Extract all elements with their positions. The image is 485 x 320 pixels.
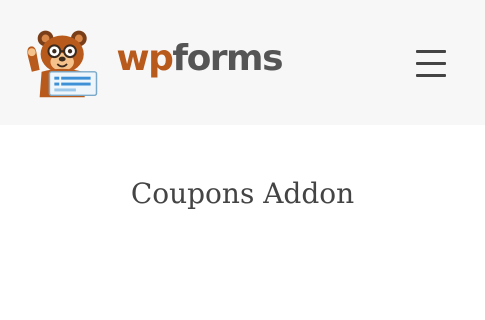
site-header: wpforms — [0, 0, 485, 125]
logo-wordmark: wpforms — [116, 38, 283, 79]
logo-wordmark-wp: wp — [116, 38, 174, 79]
hamburger-menu-icon[interactable] — [410, 45, 452, 81]
page-title: Coupons Addon — [130, 177, 355, 210]
menu-bar-bottom — [416, 74, 446, 77]
wpforms-logo[interactable]: wpforms — [22, 26, 283, 98]
wpforms-bear-mascot-icon — [27, 30, 98, 98]
menu-bar-top — [416, 50, 446, 53]
menu-bar-middle — [416, 62, 446, 65]
logo-wordmark-forms: forms — [172, 38, 283, 79]
